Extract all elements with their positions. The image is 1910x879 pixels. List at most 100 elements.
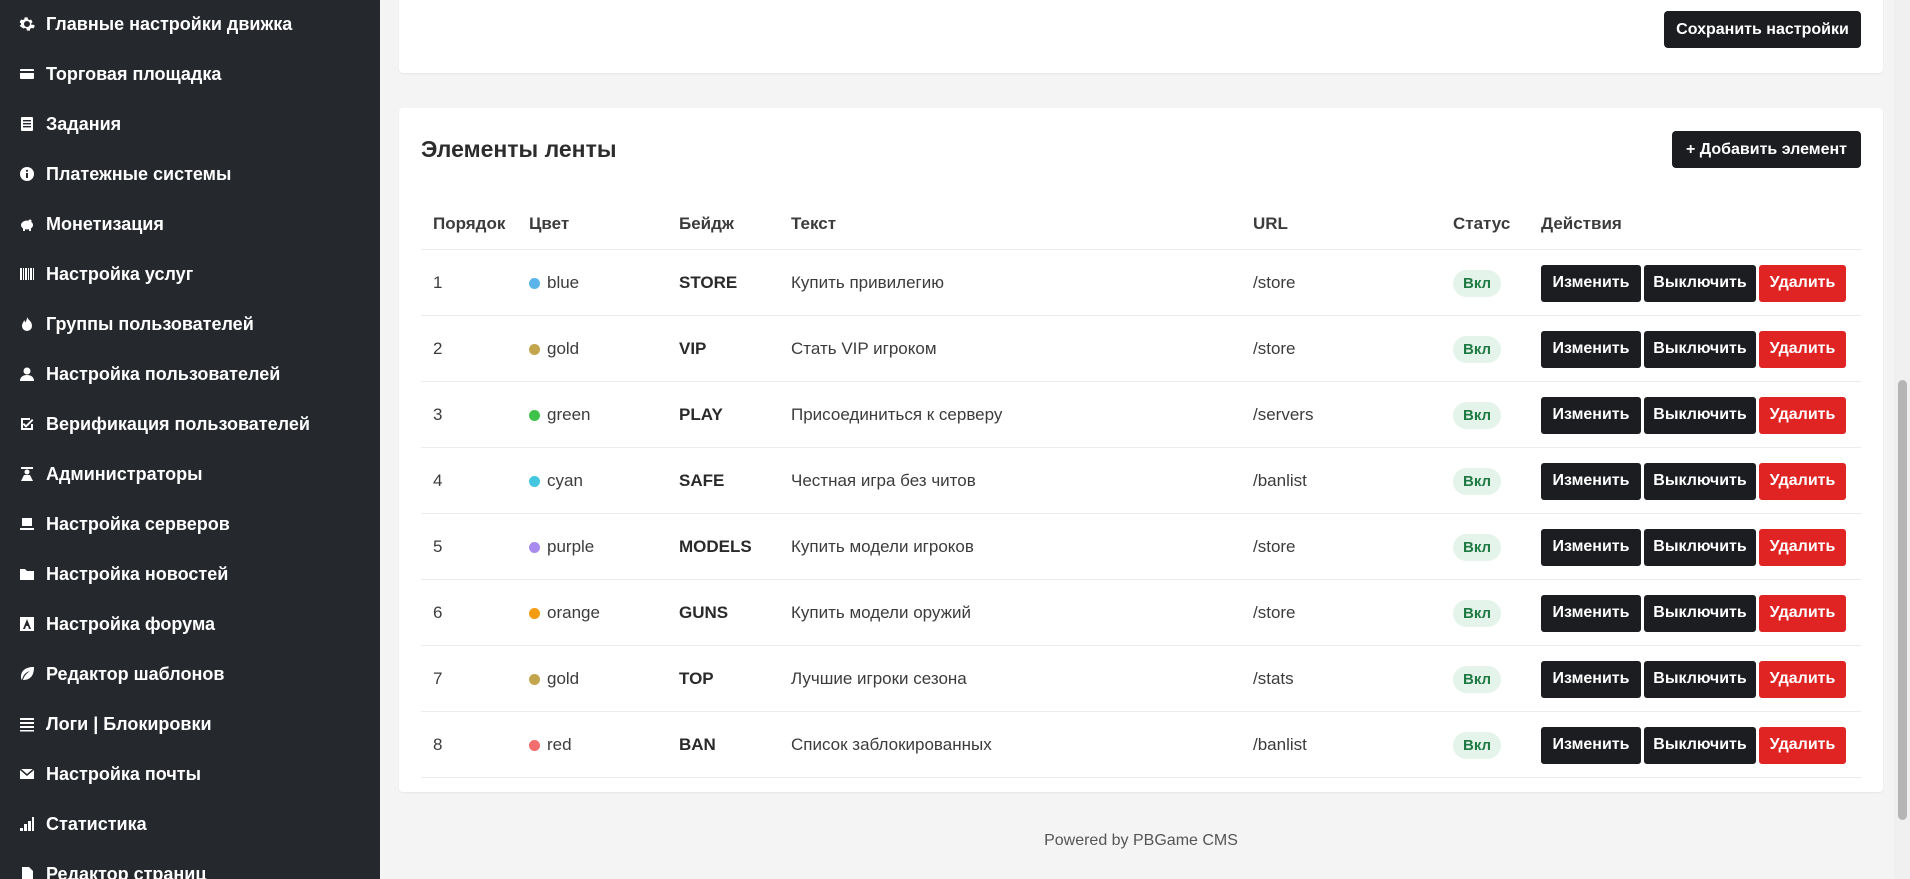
cell-color: cyan — [529, 448, 583, 514]
edit-button[interactable]: Изменить — [1541, 594, 1641, 632]
sidebar-item[interactable]: Администраторы — [0, 454, 380, 494]
sidebar-item[interactable]: Статистика — [0, 804, 380, 844]
delete-button[interactable]: Удалить — [1759, 660, 1846, 698]
table-row: 6 orange GUNS Купить модели оружий/store Вкл… — [421, 580, 1861, 646]
disable-button[interactable]: Выключить — [1644, 726, 1756, 764]
column-header-text: Текст — [791, 214, 837, 233]
sidebar-item[interactable]: Настройка новостей — [0, 554, 380, 594]
edit-button[interactable]: Изменить — [1541, 396, 1641, 434]
sidebar-item[interactable]: Настройка серверов — [0, 504, 380, 544]
delete-button[interactable]: Удалить — [1759, 264, 1846, 302]
column-header-color: Цвет — [529, 214, 570, 233]
delete-button[interactable]: Удалить — [1759, 396, 1846, 434]
sidebar-item[interactable]: Платежные системы — [0, 154, 380, 194]
sidebar-item-label: Группы пользователей — [46, 313, 254, 334]
delete-button[interactable]: Удалить — [1759, 528, 1846, 566]
cell-url: /store — [1253, 339, 1296, 358]
cell-order: 2 — [433, 339, 443, 358]
disable-button[interactable]: Выключить — [1644, 528, 1756, 566]
card-title: Элементы ленты — [421, 136, 617, 162]
footer-powered-by: Powered by PBGame CMS — [1044, 832, 1238, 849]
cell-text: Присоединиться к серверу — [791, 405, 1003, 424]
cell-order: 5 — [433, 537, 443, 556]
status-badge: Вкл — [1453, 467, 1502, 495]
cell-color: green — [529, 382, 590, 448]
cell-color: purple — [529, 514, 594, 580]
status-badge: Вкл — [1453, 335, 1502, 363]
cell-status: Вкл — [1453, 382, 1502, 448]
sidebar-item-label: Настройка услуг — [46, 263, 194, 284]
edit-button[interactable]: Изменить — [1541, 330, 1641, 368]
sidebar-item[interactable]: Задания — [0, 104, 380, 144]
sidebar-item-label: Редактор шаблонов — [46, 663, 225, 684]
scrollbar-thumb[interactable] — [1898, 380, 1907, 820]
cell-url: /banlist — [1253, 471, 1307, 490]
sidebar-item[interactable]: Логи | Блокировки — [0, 704, 380, 744]
table-row: 5 purple MODELS Купить модели игроков/store… — [421, 514, 1861, 580]
sidebar-item-label: Настройка пользователей — [46, 363, 281, 384]
table-body: 1 blue STORE Купить привилегию/store Вкл Изме… — [421, 250, 1861, 778]
color-name: green — [547, 405, 591, 424]
sidebar-item-label: Монетизация — [46, 213, 164, 234]
delete-button[interactable]: Удалить — [1759, 462, 1846, 500]
sidebar-item[interactable]: Настройка почты — [0, 754, 380, 794]
sidebar-item[interactable]: Главные настройки движка — [0, 4, 380, 44]
cell-badge: GUNS — [679, 603, 729, 622]
feed-elements-table: Порядок Цвет Бейдж Текст URL Статус Дейс… — [421, 198, 1861, 778]
delete-button[interactable]: Удалить — [1759, 594, 1846, 632]
cell-color: orange — [529, 580, 600, 646]
delete-button[interactable]: Удалить — [1759, 330, 1846, 368]
edit-button[interactable]: Изменить — [1541, 726, 1641, 764]
edit-button[interactable]: Изменить — [1541, 264, 1641, 302]
cell-actions: Изменить Выключить Удалить — [1541, 250, 1849, 316]
disable-button[interactable]: Выключить — [1644, 660, 1756, 698]
column-header-status: Статус — [1453, 214, 1511, 233]
color-name: gold — [547, 669, 580, 688]
delete-button[interactable]: Удалить — [1759, 726, 1846, 764]
edit-button[interactable]: Изменить — [1541, 660, 1641, 698]
sidebar-item[interactable]: Редактор страниц — [0, 854, 380, 879]
sidebar-item[interactable]: Настройка услуг — [0, 254, 380, 294]
disable-button[interactable]: Выключить — [1644, 264, 1756, 302]
leaf-icon — [18, 665, 36, 683]
cell-text: Стать VIP игроком — [791, 339, 937, 358]
sidebar-item-label: Платежные системы — [46, 163, 232, 184]
sidebar-item[interactable]: Настройка форума — [0, 604, 380, 644]
edit-button[interactable]: Изменить — [1541, 462, 1641, 500]
cell-status: Вкл — [1453, 646, 1502, 712]
cell-actions: Изменить Выключить Удалить — [1541, 514, 1849, 580]
sidebar-item-label: Главные настройки движка — [46, 13, 293, 34]
sidebar-item[interactable]: Настройка пользователей — [0, 354, 380, 394]
table-row: 1 blue STORE Купить привилегию/store Вкл Изме… — [421, 250, 1861, 316]
sidebar: Главные настройки движка Торговая площадк… — [0, 0, 380, 879]
edit-button[interactable]: Изменить — [1541, 528, 1641, 566]
cell-order: 7 — [433, 669, 443, 688]
disable-button[interactable]: Выключить — [1644, 594, 1756, 632]
sidebar-item-label: Администраторы — [46, 463, 203, 484]
cell-url: /store — [1253, 273, 1296, 292]
add-element-button[interactable]: + Добавить элемент — [1672, 131, 1861, 168]
cell-status: Вкл — [1453, 250, 1502, 316]
cell-badge: VIP — [679, 339, 707, 358]
cell-actions: Изменить Выключить Удалить — [1541, 382, 1849, 448]
sidebar-item[interactable]: Монетизация — [0, 204, 380, 244]
sidebar-item[interactable]: Группы пользователей — [0, 304, 380, 344]
cell-color: red — [529, 712, 572, 778]
sidebar-item-label: Статистика — [46, 813, 147, 834]
page-scrollbar[interactable] — [1894, 0, 1910, 879]
cell-status: Вкл — [1453, 712, 1502, 778]
cell-text: Купить привилегию — [791, 273, 944, 292]
cell-order: 1 — [433, 273, 443, 292]
status-badge: Вкл — [1453, 401, 1502, 429]
sidebar-item[interactable]: Торговая площадка — [0, 54, 380, 94]
disable-button[interactable]: Выключить — [1644, 462, 1756, 500]
cell-actions: Изменить Выключить Удалить — [1541, 448, 1849, 514]
folder-icon — [18, 565, 36, 583]
disable-button[interactable]: Выключить — [1644, 330, 1756, 368]
cell-url: /store — [1253, 603, 1296, 622]
disable-button[interactable]: Выключить — [1644, 396, 1756, 434]
sidebar-item[interactable]: Редактор шаблонов — [0, 654, 380, 694]
cell-url: /servers — [1253, 405, 1314, 424]
sidebar-item[interactable]: Верификация пользователей — [0, 404, 380, 444]
save-settings-button[interactable]: Сохранить настройки — [1664, 11, 1861, 48]
